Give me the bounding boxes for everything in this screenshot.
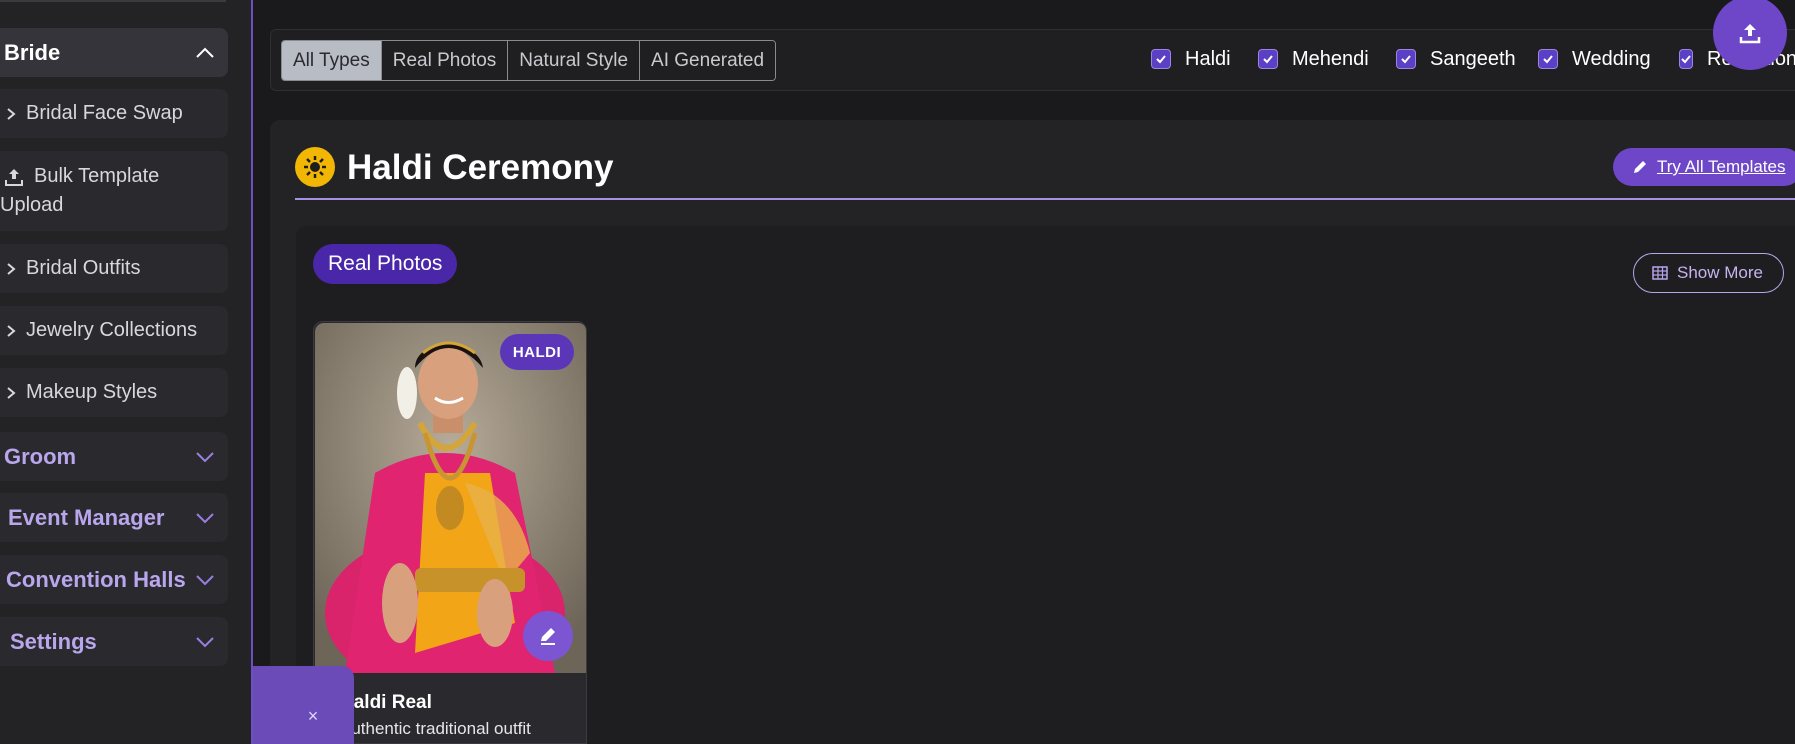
sun-icon <box>295 147 335 187</box>
sidebar-item-label-line2: Upload <box>0 194 64 216</box>
type-filter-group: All Types Real Photos Natural Style AI G… <box>281 40 777 81</box>
chevron-right-icon <box>7 324 16 337</box>
toast-notification <box>253 666 354 744</box>
event-filter-label: Sangeeth <box>1430 47 1516 70</box>
sidebar-section-groom[interactable]: Groom <box>0 432 228 481</box>
sidebar-section-event-manager[interactable]: Event Manager <box>0 493 228 542</box>
sidebar-section-settings[interactable]: Settings <box>0 617 228 666</box>
type-filter-all-types[interactable]: All Types <box>282 41 382 80</box>
chevron-up-icon <box>196 47 214 58</box>
edit-template-button[interactable] <box>523 611 573 661</box>
sidebar-item-label: Bridal Face Swap <box>26 102 183 124</box>
sidebar-section-label: Bride <box>4 39 61 65</box>
show-more-button[interactable]: Show More <box>1633 253 1784 293</box>
sidebar-section-label: Convention Halls <box>6 566 186 592</box>
event-filter-haldi[interactable]: Haldi <box>1151 47 1231 71</box>
sidebar: Bride Bridal Face Swap Bulk Template Upl… <box>0 0 253 744</box>
sidebar-item-bulk-template-upload[interactable]: Bulk Template Upload <box>0 151 228 231</box>
checkbox-checked-icon[interactable] <box>1396 49 1416 69</box>
event-filter-label: Mehendi <box>1292 47 1369 70</box>
sidebar-item-jewelry-collections[interactable]: Jewelry Collections <box>0 306 228 355</box>
chevron-right-icon <box>7 107 16 120</box>
try-all-templates-label: Try All Templates <box>1657 157 1786 176</box>
template-card[interactable] <box>313 321 587 744</box>
chevron-right-icon <box>7 386 16 399</box>
event-badge: HALDI <box>500 334 574 370</box>
pencil-icon <box>1634 161 1646 173</box>
sidebar-item-label: Makeup Styles <box>26 381 158 403</box>
sidebar-section-label: Event Manager <box>8 504 165 530</box>
event-filter-wedding[interactable]: Wedding <box>1538 47 1651 71</box>
close-icon[interactable]: × <box>305 707 321 725</box>
try-all-templates-button[interactable]: Try All Templates <box>1613 148 1795 186</box>
sidebar-section-bride[interactable]: Bride <box>0 28 228 77</box>
event-filter-mehendi[interactable]: Mehendi <box>1258 47 1369 71</box>
template-description: Authentic traditional outfit <box>340 719 531 738</box>
sidebar-top-divider <box>0 0 226 2</box>
type-filter-natural-style[interactable]: Natural Style <box>508 41 641 80</box>
sidebar-item-label: Jewelry Collections <box>26 319 198 341</box>
checkbox-checked-icon[interactable] <box>1679 49 1693 69</box>
sidebar-item-label: Bulk Template <box>34 165 160 187</box>
chevron-down-icon <box>196 574 214 585</box>
sidebar-section-convention-halls[interactable]: Convention Halls <box>0 555 228 604</box>
event-filter-sangeeth[interactable]: Sangeeth <box>1396 47 1516 71</box>
chevron-right-icon <box>7 262 16 275</box>
sidebar-item-makeup-styles[interactable]: Makeup Styles <box>0 368 228 417</box>
group-label-pill: Real Photos <box>313 244 458 284</box>
event-filter-label: Haldi <box>1185 47 1231 70</box>
section-title: Haldi Ceremony <box>347 148 614 187</box>
show-more-label: Show More <box>1677 263 1763 282</box>
chevron-down-icon <box>196 512 214 523</box>
chevron-down-icon <box>196 451 214 462</box>
sidebar-item-bridal-face-swap[interactable]: Bridal Face Swap <box>0 89 228 138</box>
checkbox-checked-icon[interactable] <box>1258 49 1278 69</box>
upload-icon <box>1739 24 1761 44</box>
event-filter-label: Wedding <box>1572 47 1651 70</box>
type-filter-ai-generated[interactable]: AI Generated <box>640 41 776 80</box>
section-divider <box>295 198 1795 200</box>
checkbox-checked-icon[interactable] <box>1151 49 1171 69</box>
sidebar-item-bridal-outfits[interactable]: Bridal Outfits <box>0 244 228 293</box>
sidebar-section-label: Groom <box>4 443 77 469</box>
sidebar-section-label: Settings <box>10 628 97 654</box>
type-filter-real-photos[interactable]: Real Photos <box>381 41 509 80</box>
chevron-down-icon <box>196 636 214 647</box>
grid-icon <box>1652 266 1668 280</box>
checkbox-checked-icon[interactable] <box>1538 49 1558 69</box>
sidebar-item-label: Bridal Outfits <box>26 257 141 279</box>
upload-icon <box>5 168 23 186</box>
pencil-icon <box>541 628 555 645</box>
